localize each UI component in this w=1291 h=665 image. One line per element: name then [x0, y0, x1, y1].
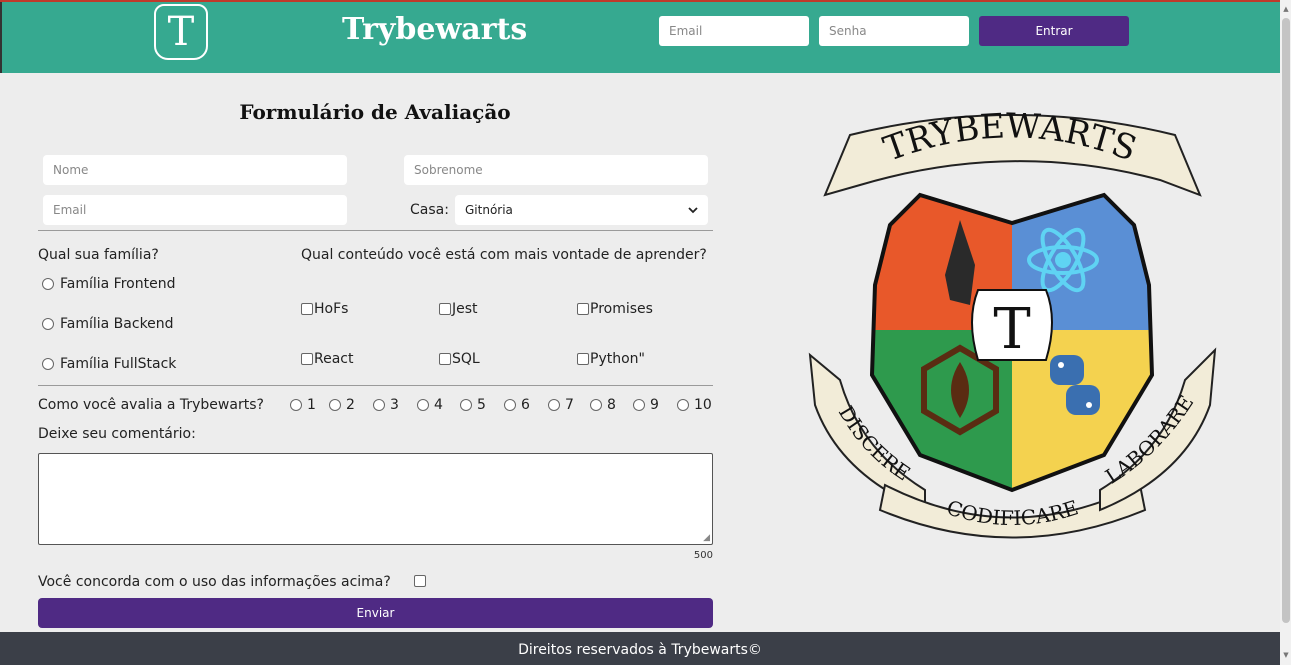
- login-email-input[interactable]: [659, 16, 809, 46]
- radio-icon[interactable]: [633, 399, 645, 411]
- login-password-input[interactable]: [819, 16, 969, 46]
- rating-label: 8: [607, 397, 616, 413]
- house-select[interactable]: Gitnória: [455, 195, 708, 225]
- rating-option-7[interactable]: 7: [548, 397, 574, 413]
- family-option-backend[interactable]: Família Backend: [42, 316, 174, 332]
- family-option-fullstack[interactable]: Família FullStack: [42, 356, 176, 372]
- checkbox-icon[interactable]: [301, 303, 313, 315]
- checkbox-icon[interactable]: [439, 353, 451, 365]
- radio-icon[interactable]: [460, 399, 472, 411]
- rating-option-6[interactable]: 6: [504, 397, 530, 413]
- first-name-input[interactable]: [43, 155, 347, 185]
- rating-label: 4: [434, 397, 443, 413]
- center-emblem-letter: T: [993, 297, 1030, 362]
- scroll-down-arrow-icon[interactable]: ▼: [1282, 650, 1290, 660]
- scroll-up-arrow-icon[interactable]: ▲: [1282, 4, 1290, 14]
- family-option-frontend[interactable]: Família Frontend: [42, 276, 175, 292]
- rating-option-1[interactable]: 1: [290, 397, 316, 413]
- divider: [38, 385, 713, 386]
- radio-icon[interactable]: [42, 358, 54, 370]
- rating-label: 5: [477, 397, 486, 413]
- submit-button[interactable]: Enviar: [38, 598, 713, 628]
- family-option-label: Família FullStack: [60, 356, 177, 372]
- content-option-label: React: [314, 351, 354, 367]
- content-option-promises[interactable]: Promises: [577, 301, 653, 317]
- radio-icon[interactable]: [290, 399, 302, 411]
- checkbox-icon[interactable]: [577, 353, 589, 365]
- content-option-python[interactable]: Python": [577, 351, 645, 367]
- chevron-down-icon: [688, 206, 698, 213]
- checkbox-icon[interactable]: [577, 303, 589, 315]
- footer-text: Direitos reservados à Trybewarts©: [518, 642, 762, 658]
- last-name-input[interactable]: [404, 155, 708, 185]
- rating-label: 1: [307, 397, 316, 413]
- family-option-label: Família Backend: [60, 316, 174, 332]
- trybewarts-crest: TRYBEWARTS T DISCERE CODIFICARE LABORARE: [808, 106, 1217, 539]
- scrollbar-thumb[interactable]: [1282, 18, 1290, 623]
- radio-icon[interactable]: [329, 399, 341, 411]
- rating-label: 7: [565, 397, 574, 413]
- char-counter: 500: [693, 550, 713, 561]
- rating-option-8[interactable]: 8: [590, 397, 616, 413]
- radio-icon[interactable]: [590, 399, 602, 411]
- radio-icon[interactable]: [504, 399, 516, 411]
- family-option-label: Família Frontend: [60, 276, 176, 292]
- resize-handle-icon[interactable]: ◢: [703, 533, 710, 543]
- agree-question: Você concorda com o uso das informações …: [38, 574, 391, 590]
- radio-icon[interactable]: [677, 399, 689, 411]
- rating-option-5[interactable]: 5: [460, 397, 486, 413]
- rating-option-9[interactable]: 9: [633, 397, 659, 413]
- content-option-react[interactable]: React: [301, 351, 353, 367]
- content-option-hofs[interactable]: HoFs: [301, 301, 348, 317]
- content-option-label: Python": [590, 351, 645, 367]
- rating-label: 10: [694, 397, 712, 413]
- rating-label: 6: [521, 397, 530, 413]
- rating-label: 9: [650, 397, 659, 413]
- content-question: Qual conteúdo você está com mais vontade…: [301, 247, 707, 263]
- rating-option-4[interactable]: 4: [417, 397, 443, 413]
- content-option-sql[interactable]: SQL: [439, 351, 480, 367]
- logo-letter: T: [167, 9, 195, 55]
- divider: [38, 230, 713, 231]
- checkbox-icon[interactable]: [439, 303, 451, 315]
- rating-option-2[interactable]: 2: [329, 397, 355, 413]
- rating-question: Como você avalia a Trybewarts?: [38, 397, 264, 413]
- radio-icon[interactable]: [42, 318, 54, 330]
- radio-icon[interactable]: [373, 399, 385, 411]
- family-question: Qual sua família?: [38, 247, 159, 263]
- radio-icon[interactable]: [417, 399, 429, 411]
- agree-checkbox[interactable]: [414, 575, 426, 587]
- content-option-jest[interactable]: Jest: [439, 301, 478, 317]
- radio-icon[interactable]: [548, 399, 560, 411]
- content-option-label: HoFs: [314, 301, 349, 317]
- rating-option-3[interactable]: 3: [373, 397, 399, 413]
- house-selected-value: Gitnória: [465, 203, 513, 217]
- comment-textarea[interactable]: ◢: [38, 453, 713, 545]
- brand-title: Trybewarts: [342, 12, 528, 47]
- content-option-label: Jest: [452, 301, 478, 317]
- rating-label: 3: [390, 397, 399, 413]
- email-input[interactable]: [43, 195, 347, 225]
- rating-option-10[interactable]: 10: [677, 397, 712, 413]
- logo: T: [154, 4, 208, 60]
- comment-label: Deixe seu comentário:: [38, 426, 196, 442]
- rating-label: 2: [346, 397, 355, 413]
- content-option-label: SQL: [452, 351, 480, 367]
- house-label: Casa:: [410, 202, 449, 218]
- login-button[interactable]: Entrar: [979, 16, 1129, 46]
- content-option-label: Promises: [590, 301, 653, 317]
- form-title: Formulário de Avaliação: [239, 100, 511, 124]
- site-header: T Trybewarts Entrar: [0, 2, 1280, 73]
- radio-icon[interactable]: [42, 278, 54, 290]
- checkbox-icon[interactable]: [301, 353, 313, 365]
- site-footer: Direitos reservados à Trybewarts©: [0, 632, 1280, 665]
